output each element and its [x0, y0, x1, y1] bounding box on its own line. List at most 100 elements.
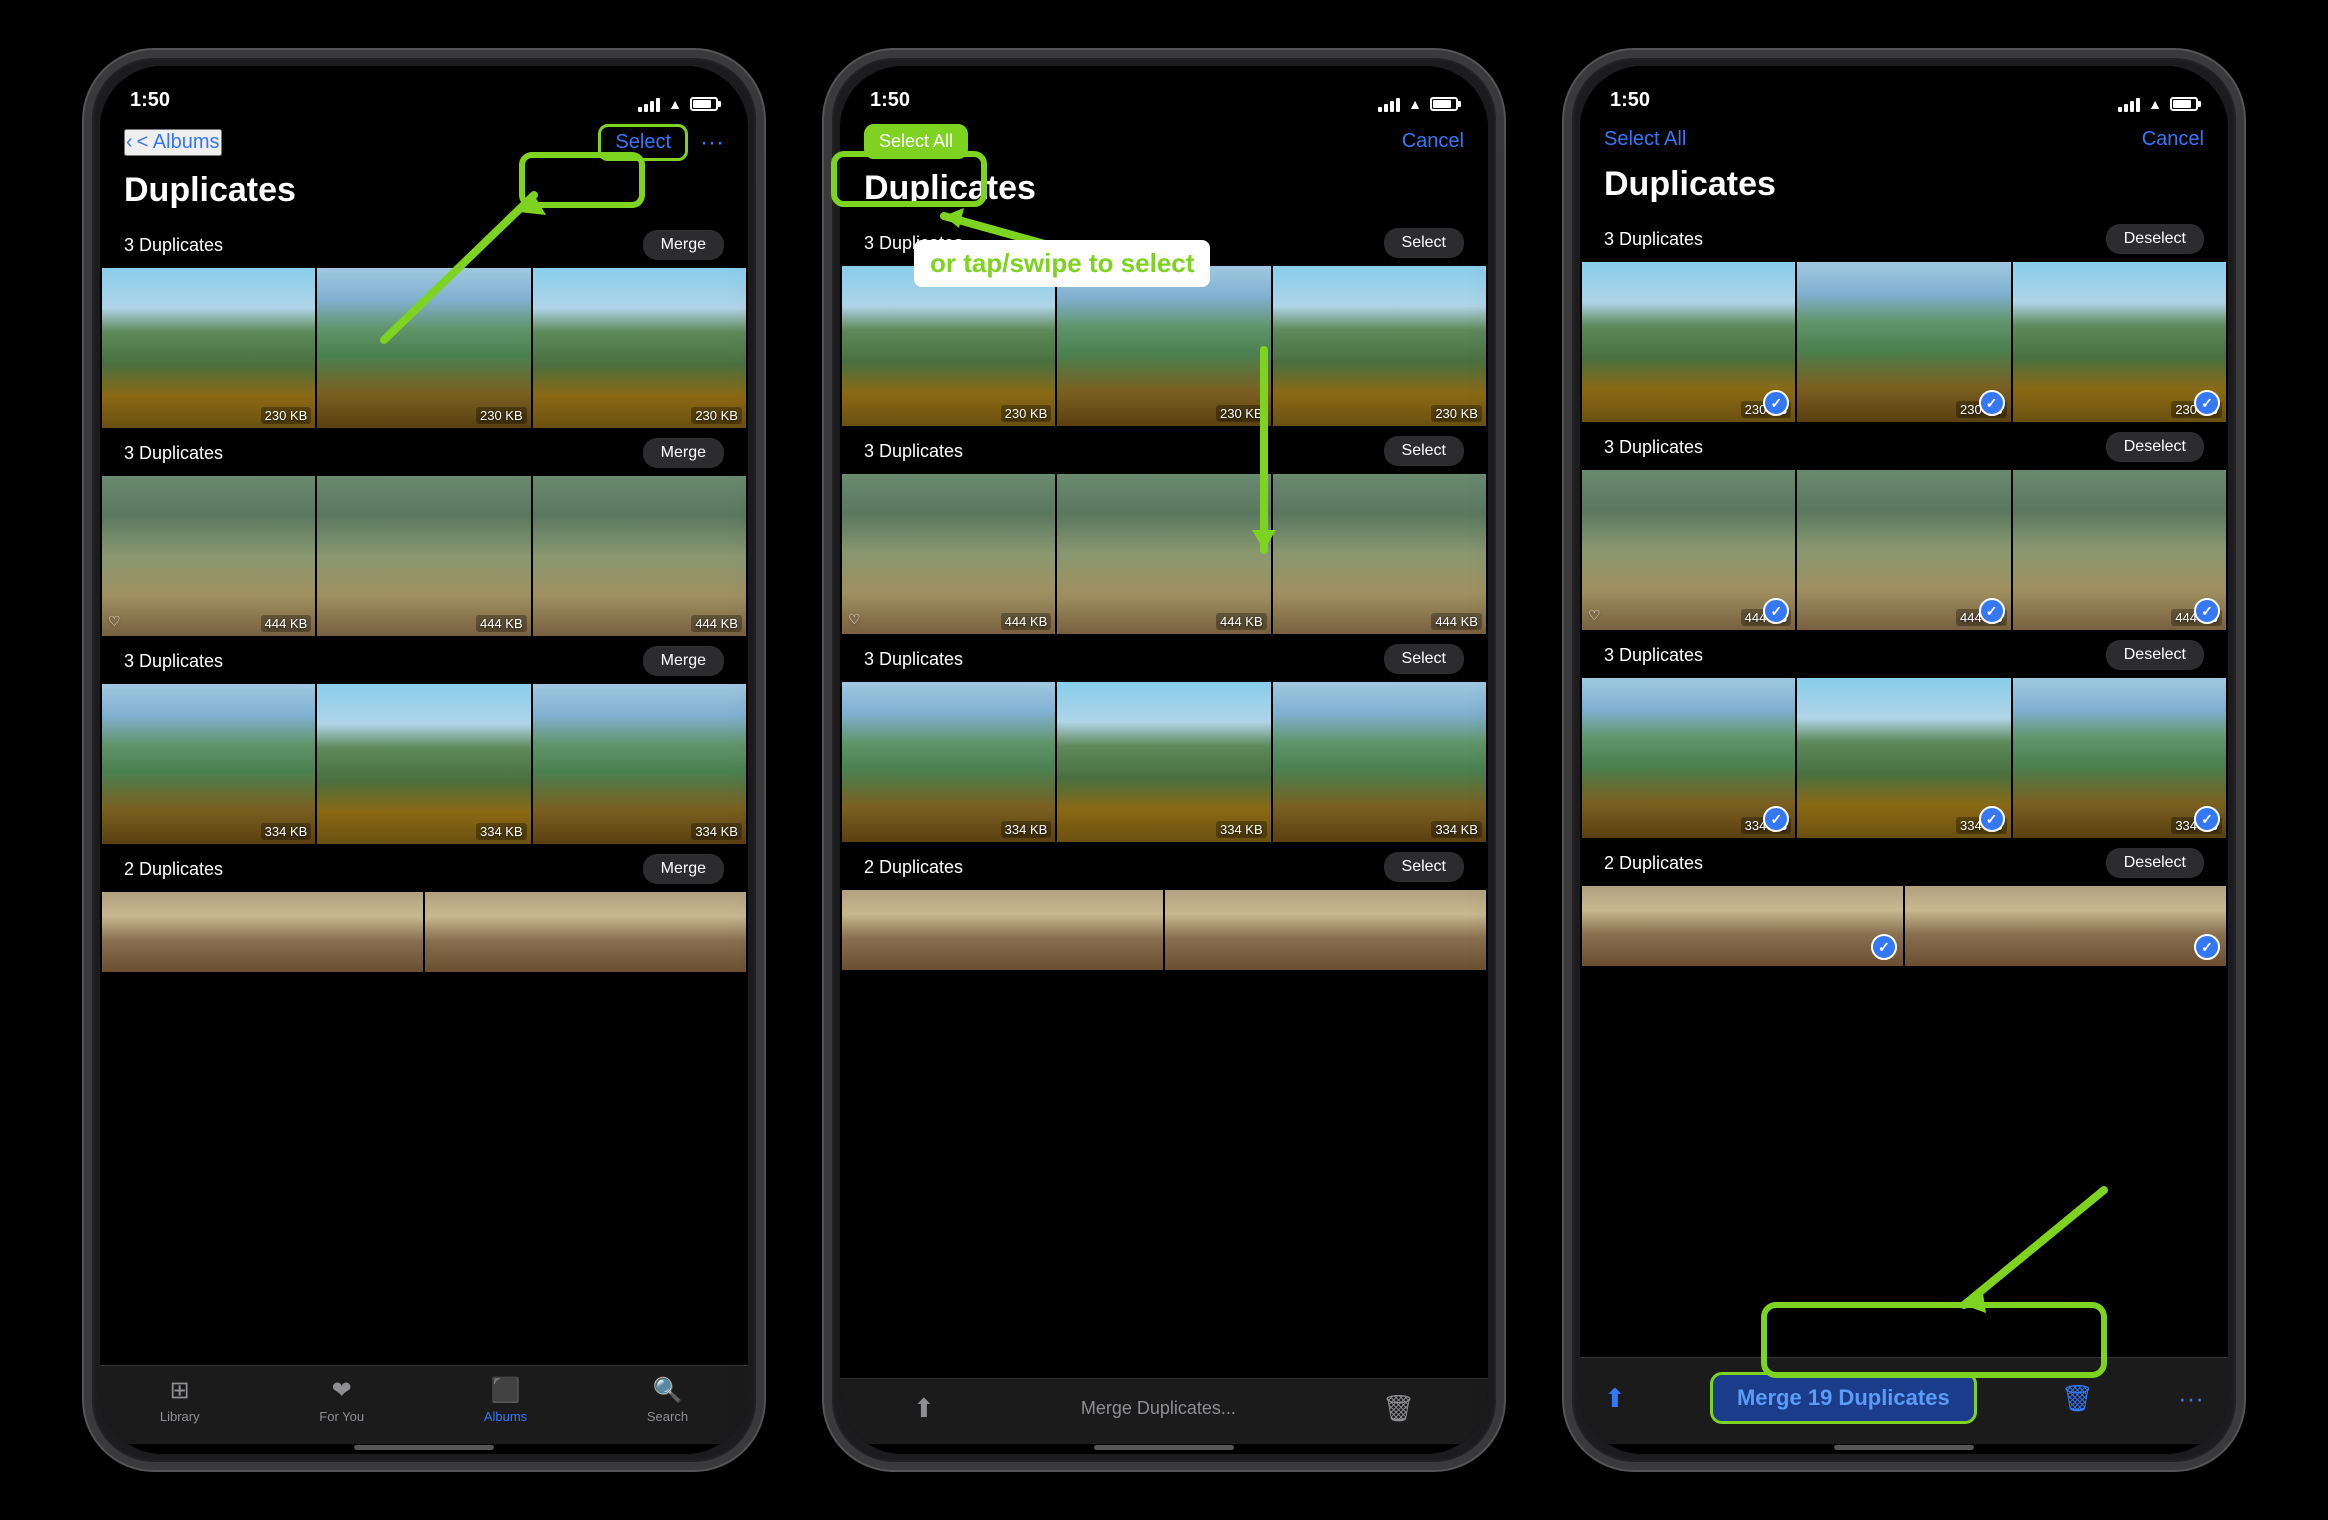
- photo-size-label: 444 KB: [476, 615, 527, 632]
- group-label-2-1: 3 Duplicates: [864, 233, 963, 254]
- check-badge-3-1-3: [2194, 390, 2220, 416]
- select-group-btn-2-4[interactable]: Select: [1384, 852, 1464, 882]
- photo-2-2-3[interactable]: 444 KB: [1273, 474, 1486, 634]
- photo-1-1-2[interactable]: 230 KB: [317, 268, 530, 428]
- merge-button-1-1[interactable]: Merge: [643, 230, 724, 260]
- cancel-button-3[interactable]: Cancel: [2142, 128, 2204, 151]
- tab-foryou-1[interactable]: ❤ For You: [319, 1376, 364, 1424]
- photo-1-4-2[interactable]: [425, 892, 746, 972]
- signal-icon: [638, 96, 660, 112]
- phone-1: 1:50 ▲ ‹ < A: [84, 50, 764, 1470]
- deselect-btn-3-2[interactable]: Deselect: [2106, 432, 2204, 462]
- photo-2-2-2[interactable]: 444 KB: [1057, 474, 1270, 634]
- select-group-btn-2-1[interactable]: Select: [1384, 228, 1464, 258]
- signal-icon-2: [1378, 96, 1400, 112]
- status-time-1: 1:50: [130, 89, 170, 112]
- photo-2-1-2[interactable]: 230 KB: [1057, 266, 1270, 426]
- select-button-1[interactable]: Select: [598, 124, 688, 161]
- check-badge-3-2-2: [1979, 598, 2005, 624]
- deselect-btn-3-1[interactable]: Deselect: [2106, 224, 2204, 254]
- photo-1-2-3[interactable]: 444 KB: [533, 476, 746, 636]
- select-all-button-2[interactable]: Select All: [864, 124, 968, 159]
- photo-strip-3-4: [1580, 886, 2228, 966]
- share-button-3[interactable]: ⬆: [1604, 1383, 1626, 1414]
- photo-1-1-3[interactable]: 230 KB: [533, 268, 746, 428]
- merge-button-1-3[interactable]: Merge: [643, 646, 724, 676]
- select-group-btn-2-2[interactable]: Select: [1384, 436, 1464, 466]
- back-button-1[interactable]: ‹ < Albums: [124, 129, 222, 156]
- wifi-icon: ▲: [668, 96, 682, 112]
- cancel-button-2[interactable]: Cancel: [1402, 130, 1464, 153]
- select-group-btn-2-3[interactable]: Select: [1384, 644, 1464, 674]
- photo-1-4-1[interactable]: [102, 892, 423, 972]
- photo-2-2-1[interactable]: ♡444 KB: [842, 474, 1055, 634]
- photo-size-label: 444 KB: [261, 615, 312, 632]
- deselect-btn-3-3[interactable]: Deselect: [2106, 640, 2204, 670]
- group-header-3-1: 3 Duplicates Deselect: [1580, 216, 2228, 262]
- photo-2-3-3[interactable]: 334 KB: [1273, 682, 1486, 842]
- photo-3-2-3[interactable]: 444 KB: [2013, 470, 2226, 630]
- photo-2-4-1[interactable]: [842, 890, 1163, 970]
- library-icon: ⊞: [170, 1376, 190, 1405]
- nav-bar-1: ‹ < Albums Select ···: [100, 118, 748, 171]
- photo-3-2-1[interactable]: ♡444 KB: [1582, 470, 1795, 630]
- photo-1-2-2[interactable]: 444 KB: [317, 476, 530, 636]
- photo-3-3-3[interactable]: 334 KB: [2013, 678, 2226, 838]
- status-time-2: 1:50: [870, 89, 910, 112]
- photo-size-label: 444 KB: [1001, 613, 1052, 630]
- photo-3-2-2[interactable]: 444 KB: [1797, 470, 2010, 630]
- photo-strip-1-1: 230 KB 230 KB 230 KB: [100, 268, 748, 428]
- photo-2-3-1[interactable]: 334 KB: [842, 682, 1055, 842]
- trash-button-3[interactable]: 🗑: [2061, 1383, 2094, 1414]
- photo-1-2-1[interactable]: ♡444 KB: [102, 476, 315, 636]
- photo-2-1-3[interactable]: 230 KB: [1273, 266, 1486, 426]
- merge-button-1-4[interactable]: Merge: [643, 854, 724, 884]
- status-icons-2: ▲: [1378, 96, 1458, 112]
- check-badge-3-2-3: [2194, 598, 2220, 624]
- trash-icon-2[interactable]: 🗑: [1382, 1393, 1415, 1424]
- photo-size-label: 444 KB: [1431, 613, 1482, 630]
- check-badge-3-3-2: [1979, 806, 2005, 832]
- group-header-3-3: 3 Duplicates Deselect: [1580, 632, 2228, 678]
- photo-3-1-3[interactable]: 230 KB: [2013, 262, 2226, 422]
- photo-2-1-1[interactable]: 230 KB: [842, 266, 1055, 426]
- photo-size-label: 334 KB: [261, 823, 312, 840]
- deselect-btn-3-4[interactable]: Deselect: [2106, 848, 2204, 878]
- photo-3-4-2[interactable]: [1905, 886, 2226, 966]
- group-header-3-2: 3 Duplicates Deselect: [1580, 424, 2228, 470]
- photo-3-3-2[interactable]: 334 KB: [1797, 678, 2010, 838]
- group-label-2-2: 3 Duplicates: [864, 441, 963, 462]
- photo-size-label: 230 KB: [691, 407, 742, 424]
- photo-2-4-2[interactable]: [1165, 890, 1486, 970]
- photo-1-1-1[interactable]: 230 KB: [102, 268, 315, 428]
- photo-2-3-2[interactable]: 334 KB: [1057, 682, 1270, 842]
- photo-size-label: 230 KB: [476, 407, 527, 424]
- search-icon: 🔍: [653, 1376, 683, 1405]
- signal-icon-3: [2118, 96, 2140, 112]
- more-button-1[interactable]: ···: [700, 129, 724, 157]
- photo-3-4-1[interactable]: [1582, 886, 1903, 966]
- photo-strip-1-4: [100, 892, 748, 972]
- photo-3-1-2[interactable]: 230 KB: [1797, 262, 2010, 422]
- tab-albums-1[interactable]: ⬛ Albums: [484, 1376, 527, 1424]
- merge-19-button[interactable]: Merge 19 Duplicates: [1710, 1372, 1977, 1424]
- tab-search-1[interactable]: 🔍 Search: [647, 1376, 688, 1424]
- photo-1-3-3[interactable]: 334 KB: [533, 684, 746, 844]
- tab-foryou-label: For You: [319, 1409, 364, 1424]
- group-header-1-2: 3 Duplicates Merge: [100, 430, 748, 476]
- merge-button-1-2[interactable]: Merge: [643, 438, 724, 468]
- status-icons-3: ▲: [2118, 96, 2198, 112]
- photo-size-label: 334 KB: [691, 823, 742, 840]
- photo-1-3-2[interactable]: 334 KB: [317, 684, 530, 844]
- photo-3-1-1[interactable]: 230 KB: [1582, 262, 1795, 422]
- more-button-3[interactable]: ···: [2178, 1383, 2204, 1414]
- group-label-3-4: 2 Duplicates: [1604, 853, 1703, 874]
- share-icon-2[interactable]: ⬆: [913, 1393, 935, 1424]
- page-title-3: Duplicates: [1580, 165, 2228, 216]
- tab-albums-label: Albums: [484, 1409, 527, 1424]
- photo-1-3-1[interactable]: 334 KB: [102, 684, 315, 844]
- photo-3-3-1[interactable]: 334 KB: [1582, 678, 1795, 838]
- photo-strip-2-3: 334 KB 334 KB 334 KB: [840, 682, 1488, 842]
- tab-library-1[interactable]: ⊞ Library: [160, 1376, 200, 1424]
- select-all-button-3[interactable]: Select All: [1604, 124, 1686, 155]
